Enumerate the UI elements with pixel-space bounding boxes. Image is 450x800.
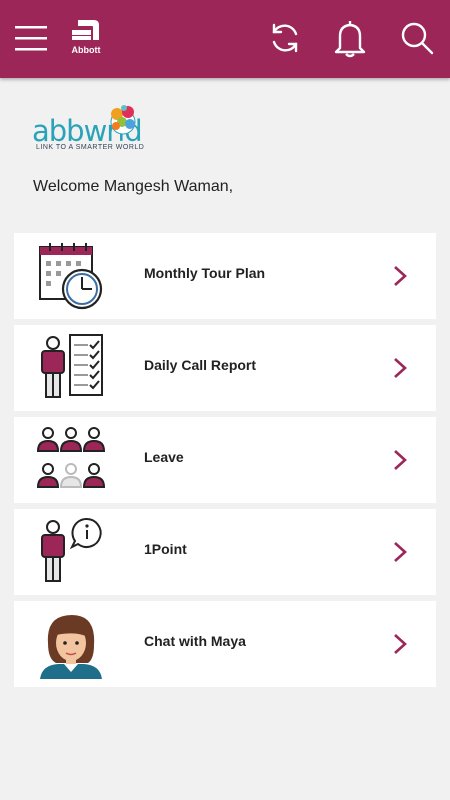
calendar-clock-icon [39,243,103,310]
menu-item-label: Chat with Maya [144,633,246,649]
team-icon [36,427,106,488]
speech-bubbles-icon [110,105,136,135]
top-app-bar: Abbott [0,0,450,78]
chevron-right-icon [394,358,407,378]
menu-item-label: Leave [144,449,184,465]
abbott-logo: Abbott [64,16,108,62]
menu-item-daily-call-report[interactable]: Daily Call Report [14,325,436,411]
abbworld-logo: abbwrld LINK TO A SMARTER WORLD [30,98,190,158]
search-icon [401,22,434,55]
menu-item-monthly-tour-plan[interactable]: Monthly Tour Plan [14,233,436,319]
bell-icon [334,21,366,58]
refresh-button[interactable] [260,14,310,62]
menu-item-leave[interactable]: Leave [14,417,436,503]
menu-item-1point[interactable]: 1Point [14,509,436,595]
person-info-icon [41,517,102,582]
menu-item-label: Monthly Tour Plan [144,265,266,281]
menu-item-label: 1Point [144,541,187,557]
welcome-message: Welcome Mangesh Waman, [33,178,234,195]
chevron-right-icon [394,266,407,286]
report-checklist-icon [41,334,103,398]
hamburger-icon [15,26,47,51]
menu-item-chat-with-maya[interactable]: Chat with Maya [14,601,436,687]
menu-button[interactable] [6,14,56,62]
maya-avatar-icon [40,615,102,679]
search-button[interactable] [392,14,442,62]
brand-tagline: LINK TO A SMARTER WORLD [36,144,145,151]
chevron-right-icon [394,542,407,562]
notifications-button[interactable] [325,14,375,62]
chevron-right-icon [394,450,407,470]
menu-item-label: Daily Call Report [144,357,257,373]
abbott-mark-icon [72,20,99,40]
chevron-right-icon [394,634,407,654]
refresh-icon [272,23,298,53]
logo-text: Abbott [71,45,101,55]
